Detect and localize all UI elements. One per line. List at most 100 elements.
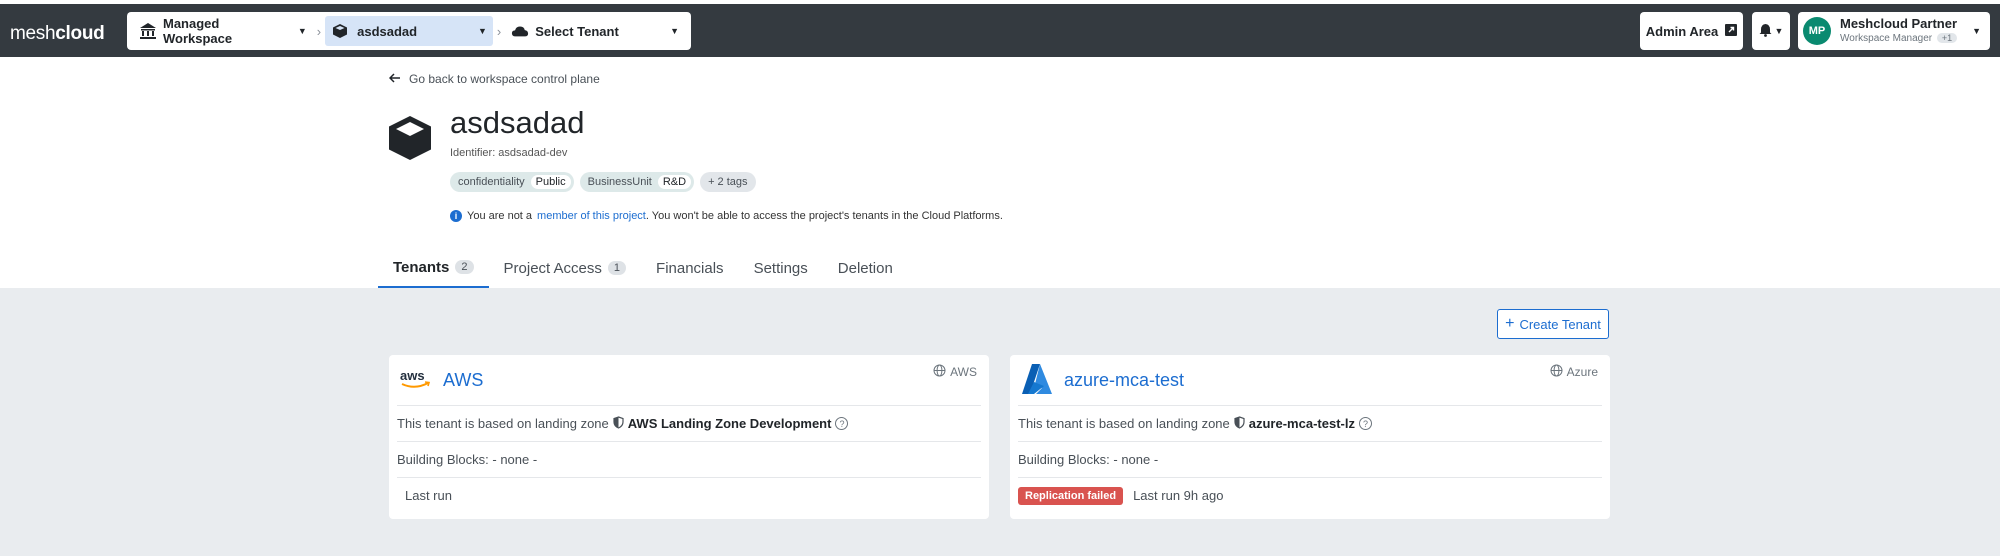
user-name: Meshcloud Partner [1840, 15, 1958, 31]
landing-zone-row: This tenant is based on landing zone AWS… [397, 405, 981, 441]
tab-settings[interactable]: Settings [739, 248, 823, 288]
building-blocks-text: Building Blocks: - none - [1018, 452, 1159, 467]
avatar: MP [1803, 17, 1831, 45]
last-run-text: Last run [405, 488, 452, 503]
project-tags: confidentiality Public BusinessUnit R&D … [450, 172, 756, 192]
building-blocks-text: Building Blocks: - none - [397, 452, 538, 467]
globe-icon [933, 364, 946, 380]
caret-down-icon: ▼ [477, 26, 487, 36]
landing-zone-prefix: This tenant is based on landing zone [1018, 416, 1230, 431]
landing-zone-row: This tenant is based on landing zone azu… [1018, 405, 1602, 441]
tab-label: Project Access [503, 259, 602, 277]
chevron-right-icon: › [496, 23, 502, 39]
project-identifier: Identifier: asdsadad-dev [450, 147, 568, 159]
notifications-button[interactable]: ▼ [1752, 12, 1790, 50]
tenant-label: Select Tenant [535, 23, 619, 39]
cloud-icon [511, 22, 529, 40]
svg-text:aws: aws [400, 368, 425, 383]
workspace-selector[interactable]: Managed Workspace ▼ [133, 16, 313, 46]
top-navbar: meshcloud Managed Workspace ▼ › asdsadad… [0, 0, 2000, 57]
info-prefix: You are not a [467, 210, 533, 222]
user-role: Workspace Manager +1 [1840, 31, 1958, 46]
globe-icon [1550, 364, 1563, 380]
platform-label: Azure [1550, 364, 1598, 380]
replication-failed-badge[interactable]: Replication failed [1018, 486, 1124, 505]
plus-icon: + [1505, 315, 1515, 332]
landing-zone-prefix: This tenant is based on landing zone [397, 416, 609, 431]
workspace-label: Managed Workspace [163, 16, 233, 46]
tab-label: Financials [656, 259, 724, 277]
project-selector[interactable]: asdsadad ▼ [325, 16, 493, 46]
shield-icon [1234, 415, 1245, 432]
bell-icon [1759, 23, 1772, 40]
user-role-label: Workspace Manager [1840, 32, 1933, 44]
platform-name: Azure [1566, 365, 1598, 379]
tab-label: Deletion [837, 259, 893, 277]
tenant-card-aws: aws AWS AWS This tenant is based on land… [389, 355, 989, 519]
landing-zone-name[interactable]: azure-mca-test-lz [1249, 416, 1355, 431]
membership-info: i You are not a member of this project. … [450, 210, 1003, 222]
caret-down-icon: ▼ [297, 26, 307, 36]
back-to-workspace-link[interactable]: Go back to workspace control plane [388, 72, 600, 86]
create-tenant-button[interactable]: + Create Tenant [1497, 309, 1609, 339]
tab-financials[interactable]: Financials [641, 248, 739, 288]
tab-label: Tenants [393, 258, 450, 276]
info-suffix: . You won't be able to access the projec… [645, 210, 1003, 222]
info-icon: i [450, 210, 462, 222]
tenant-name-link[interactable]: AWS [443, 370, 483, 391]
count-badge: 1 [607, 261, 627, 275]
last-run-row: Last run [397, 477, 981, 513]
cube-icon [331, 22, 349, 40]
chevron-right-icon: › [316, 23, 322, 39]
caret-down-icon: ▼ [1774, 26, 1784, 36]
page-title: asdsadad [450, 105, 585, 140]
caret-down-icon: ▼ [1972, 26, 1981, 36]
platform-name: AWS [950, 365, 977, 379]
user-menu[interactable]: MP Meshcloud Partner Workspace Manager +… [1798, 12, 1990, 50]
tenant-name-link[interactable]: azure-mca-test [1064, 370, 1184, 391]
tab-project-access[interactable]: Project Access 1 [489, 248, 642, 288]
external-link-icon [1725, 23, 1738, 39]
tenant-selector[interactable]: Select Tenant ▼ [505, 16, 685, 46]
count-badge: 2 [455, 260, 474, 274]
help-icon[interactable]: ? [1358, 417, 1372, 430]
context-switcher: Managed Workspace ▼ › asdsadad ▼ › Selec… [127, 12, 691, 50]
tenant-card-header: azure-mca-test Azure [1018, 355, 1602, 405]
bank-icon [139, 22, 157, 40]
aws-logo-icon: aws [399, 367, 433, 394]
shield-icon [613, 415, 624, 432]
user-role-count: +1 [1936, 32, 1958, 43]
tag-value: R&D [657, 175, 692, 189]
logo-text-bold: cloud [55, 23, 105, 44]
back-link-label: Go back to workspace control plane [409, 72, 600, 86]
landing-zone-name[interactable]: AWS Landing Zone Development [628, 416, 832, 431]
tag-confidentiality: confidentiality Public [450, 172, 574, 192]
tag-businessunit: BusinessUnit R&D [579, 172, 695, 192]
help-icon[interactable]: ? [835, 417, 849, 430]
caret-down-icon: ▼ [670, 26, 680, 36]
admin-area-button[interactable]: Admin Area [1640, 12, 1743, 50]
member-of-project-link[interactable]: member of this project [537, 210, 646, 222]
create-tenant-label: Create Tenant [1519, 316, 1601, 332]
last-run-row: Replication failed Last run 9h ago [1018, 477, 1602, 513]
building-blocks-row: Building Blocks: - none - [1018, 441, 1602, 477]
tag-value: Public [530, 175, 571, 189]
project-cube-icon [386, 114, 434, 162]
tag-key: BusinessUnit [587, 176, 652, 188]
tenant-card-azure: azure-mca-test Azure This tenant is base… [1010, 355, 1610, 519]
building-blocks-row: Building Blocks: - none - [397, 441, 981, 477]
admin-area-label: Admin Area [1645, 23, 1719, 39]
arrow-left-icon [388, 72, 401, 86]
meshcloud-logo[interactable]: meshcloud [10, 23, 105, 45]
tenants-panel: + Create Tenant aws AWS AWS This tenant … [0, 288, 2000, 556]
tab-tenants[interactable]: Tenants 2 [378, 248, 489, 288]
user-info: Meshcloud Partner Workspace Manager +1 [1840, 15, 1958, 46]
tab-label: Settings [753, 259, 808, 277]
platform-label: AWS [933, 364, 977, 380]
logo-text-light: mesh [10, 23, 56, 44]
tenant-card-header: aws AWS AWS [397, 355, 981, 405]
tab-deletion[interactable]: Deletion [823, 248, 908, 288]
tag-key: confidentiality [458, 176, 525, 188]
more-tags-button[interactable]: + 2 tags [700, 172, 756, 192]
project-tabs: Tenants 2 Project Access 1 Financials Se… [378, 248, 908, 288]
